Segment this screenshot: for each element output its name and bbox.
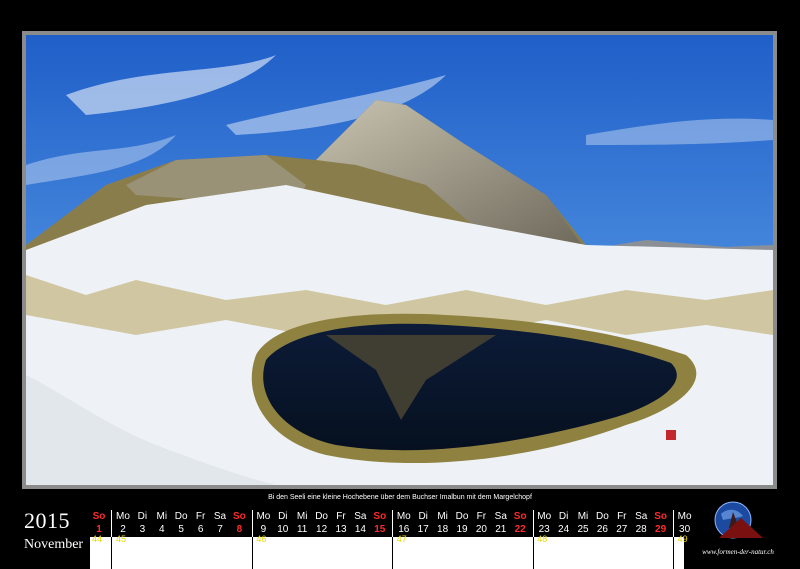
weekday-label: Mi (577, 511, 589, 522)
weekday-label: Do (595, 511, 609, 522)
calendar-month: November (24, 537, 84, 552)
date-cell: 29 (655, 524, 667, 535)
weekday-label: Di (418, 511, 428, 522)
date-cell: 21 (495, 524, 507, 535)
date-cell: 8 (236, 524, 243, 535)
weekday-label: Mo (537, 511, 552, 522)
photo-caption: Bi den Seeli eine kleine Hochebene über … (268, 494, 532, 501)
date-cell: 4 (159, 524, 165, 535)
weekday-label: So (373, 511, 387, 522)
week-number: 45 (116, 534, 127, 544)
week-number: 44 (92, 534, 103, 544)
weekday-label: Mo (677, 511, 692, 522)
date-cell: 27 (616, 524, 628, 535)
date-cell: 10 (277, 524, 289, 535)
weekday-label: Sa (354, 511, 367, 522)
date-cell: 6 (197, 524, 204, 535)
weekday-label: Sa (213, 511, 227, 522)
date-cell: 12 (316, 524, 328, 535)
date-cell: 11 (296, 524, 308, 535)
weekday-label: Sa (635, 511, 648, 522)
date-cell: 17 (417, 524, 429, 535)
date-cell: 3 (139, 524, 146, 535)
date-cell: 13 (335, 524, 347, 535)
calendar-year: 2015 (24, 508, 70, 533)
weekday-label: Sa (494, 511, 507, 522)
weekday-label: So (654, 511, 667, 522)
date-row: 1 2 3 4 5 6 7 8 9 10 11 12 13 14 15 16 17 18 19 20 21 22 23 24 2… (90, 523, 690, 536)
weekday-label: Fr (476, 511, 487, 522)
website-link[interactable]: www.formen-der-natur.ch (688, 548, 788, 556)
week-number: 46 (256, 534, 267, 544)
week-separator-dark (111, 537, 113, 569)
weekday-label: Fr (195, 511, 206, 522)
weekday-label: Mo (116, 511, 130, 522)
weekday-label: Mi (296, 511, 308, 522)
week-separator-dark (673, 537, 674, 569)
date-cell: 18 (437, 524, 449, 535)
date-cell: 28 (635, 524, 647, 535)
week-band (90, 537, 684, 569)
date-cell: 20 (475, 524, 487, 535)
date-cell: 5 (178, 524, 184, 535)
week-separator-dark (251, 537, 253, 569)
weekday-label: Do (455, 511, 469, 522)
week-separator-dark (392, 537, 394, 569)
week-number: 49 (677, 534, 688, 544)
date-cell: 7 (217, 524, 223, 535)
date-cell: 22 (514, 524, 526, 535)
weekday-row: So Mo Di Mi Do Fr Sa So Mo Di Mi Do Fr Sa So Mo Di Mi Do Fr… (90, 510, 692, 523)
weekday-label: So (92, 511, 106, 522)
week-number: 48 (537, 534, 548, 544)
week-separator-dark (532, 537, 534, 569)
weekday-label: Mo (396, 511, 411, 522)
date-cell: 15 (374, 524, 386, 535)
week-number: 47 (396, 534, 407, 544)
weekday-label: Fr (336, 511, 346, 522)
weekday-label: Di (558, 511, 569, 522)
date-cell: 14 (354, 524, 366, 535)
weekday-label: Mo (256, 511, 271, 522)
weekday-label: Fr (617, 511, 627, 522)
weekday-label: Do (315, 511, 328, 522)
weekday-label: Di (278, 511, 288, 522)
date-cell: 25 (577, 524, 589, 535)
date-cell: 24 (558, 524, 570, 535)
calendar-grid: So Mo Di Mi Do Fr Sa So Mo Di Mi Do Fr Sa So Mo Di Mi Do Fr… (90, 510, 692, 569)
weekday-label: So (233, 511, 246, 522)
weekday-label: Mi (156, 511, 168, 522)
calendar-photo (26, 35, 773, 485)
weekday-label: Do (174, 511, 188, 522)
weekday-label: Di (137, 511, 148, 522)
weekday-label: Mi (437, 511, 448, 522)
weekday-label: So (513, 511, 527, 522)
date-cell: 26 (596, 524, 608, 535)
date-cell: 19 (456, 524, 468, 535)
